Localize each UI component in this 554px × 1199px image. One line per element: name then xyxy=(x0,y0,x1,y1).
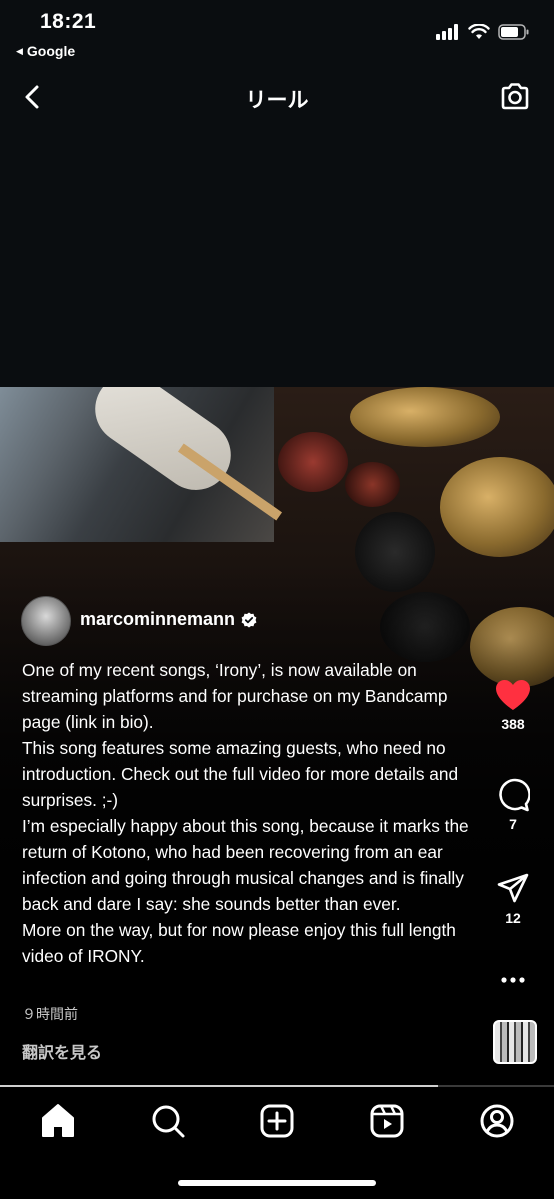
home-icon[interactable] xyxy=(38,1101,78,1141)
heart-icon[interactable] xyxy=(494,678,532,712)
username-row[interactable]: marcominnemann xyxy=(80,609,257,630)
caption-paragraph: More on the way, but for now please enjo… xyxy=(22,920,456,966)
like-action[interactable]: 388 xyxy=(483,678,543,732)
battery-icon xyxy=(498,24,529,40)
share-action[interactable]: 12 xyxy=(483,872,543,926)
like-count: 388 xyxy=(501,716,525,732)
profile-icon[interactable] xyxy=(477,1101,517,1141)
post-time: ９時間前 xyxy=(22,1006,78,1022)
reels-icon[interactable] xyxy=(367,1101,407,1141)
avatar[interactable] xyxy=(21,596,71,646)
comment-action[interactable]: 7 xyxy=(483,778,543,832)
share-count: 12 xyxy=(505,910,521,926)
home-indicator xyxy=(178,1180,376,1186)
status-time: 18:21 xyxy=(40,10,97,33)
send-icon[interactable] xyxy=(496,872,530,906)
status-icons xyxy=(436,24,530,40)
camera-icon[interactable] xyxy=(498,80,532,114)
reel-caption[interactable]: One of my recent songs, ‘Irony’, is now … xyxy=(22,657,472,969)
guitar-body-shape xyxy=(81,387,245,504)
back-triangle-icon: ◀ xyxy=(16,45,23,56)
see-translation-link[interactable]: 翻訳を見る xyxy=(22,1039,102,1063)
signal-icon xyxy=(436,24,458,40)
cymbal-shape xyxy=(440,457,554,557)
create-icon[interactable] xyxy=(257,1101,297,1141)
drum-shape xyxy=(345,462,400,507)
comment-icon[interactable] xyxy=(496,778,530,812)
guitar-video-inset xyxy=(0,387,283,542)
comment-count: 7 xyxy=(509,816,517,832)
cymbal-shape xyxy=(350,387,500,447)
search-icon[interactable] xyxy=(148,1101,188,1141)
caption-paragraph: This song features some amazing guests, … xyxy=(22,738,459,810)
drum-shape xyxy=(278,432,348,492)
username[interactable]: marcominnemann xyxy=(80,609,235,630)
audio-thumbnail[interactable] xyxy=(493,1020,537,1064)
caption-paragraph: One of my recent songs, ‘Irony’, is now … xyxy=(22,660,448,732)
verified-icon xyxy=(241,612,257,627)
caption-paragraph: I’m especially happy about this song, be… xyxy=(22,816,469,914)
page-title: リール xyxy=(245,89,309,112)
back-to-app-link[interactable]: ◀ Google xyxy=(16,43,75,59)
more-icon[interactable] xyxy=(500,975,526,985)
back-app-label: Google xyxy=(26,43,76,59)
wifi-icon xyxy=(468,24,490,39)
